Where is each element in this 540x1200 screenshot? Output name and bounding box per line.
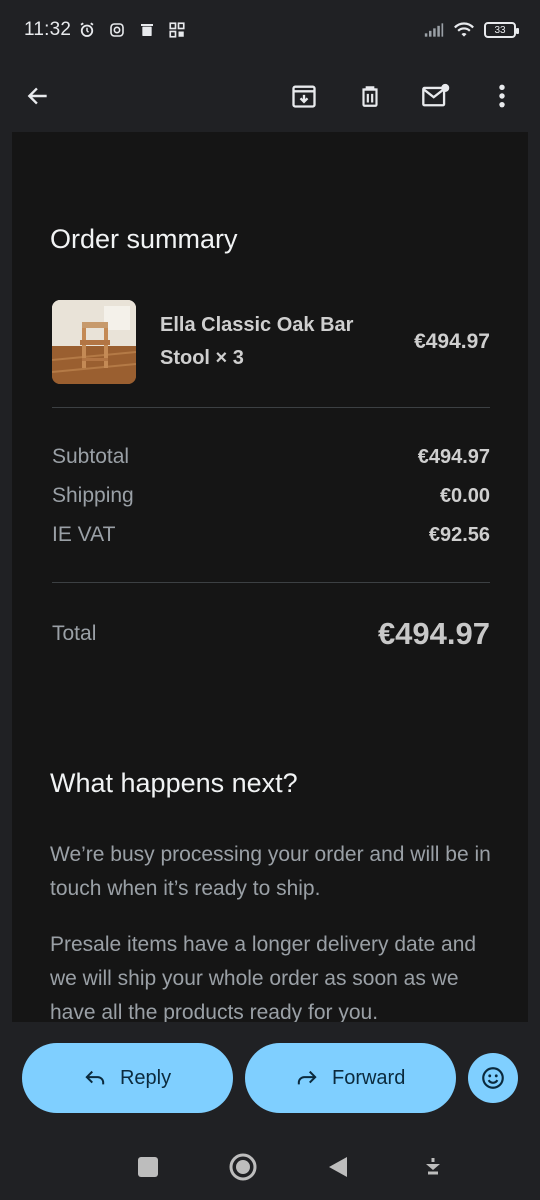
recents-square-icon: [137, 1157, 158, 1177]
next-steps-paragraph-2: Presale items have a longer delivery dat…: [50, 933, 477, 1022]
summary-value: €494.97: [417, 445, 490, 468]
mark-unread-button[interactable]: [416, 76, 456, 116]
instagram-icon: [107, 20, 127, 40]
total-row: Total €494.97: [52, 614, 490, 654]
more-options-button[interactable]: [482, 76, 522, 116]
home-button[interactable]: [223, 1147, 263, 1187]
email-body[interactable]: Order summary Ella Classic Oak Bar Stool…: [12, 132, 528, 1022]
grid-app-icon: [167, 20, 187, 40]
wifi-icon: [454, 20, 474, 40]
reply-icon: [85, 1070, 105, 1085]
forward-icon: [297, 1070, 317, 1085]
order-item: Ella Classic Oak Bar Stool × 3 €494.97: [52, 300, 490, 384]
status-icons-left: [77, 20, 187, 40]
status-time: 11:32: [24, 19, 72, 40]
mark-unread-icon: [422, 83, 450, 107]
system-nav-bar: [0, 1134, 540, 1200]
reply-button[interactable]: Reply: [22, 1043, 234, 1113]
summary-value: €92.56: [428, 523, 490, 546]
order-summary-title: Order summary: [50, 224, 238, 254]
summary-label: Subtotal: [52, 445, 130, 468]
app-bar: [0, 60, 540, 132]
forward-label: Forward: [331, 1066, 406, 1089]
back-button[interactable]: [18, 76, 58, 116]
summary-row-vat: IE VAT €92.56: [52, 520, 490, 550]
chevron-down-icon: [425, 1158, 440, 1175]
next-steps-paragraph-1: We’re busy processing your order and wil…: [50, 843, 491, 900]
total-value: €494.97: [377, 616, 490, 651]
status-icons-right: 33: [424, 20, 519, 40]
summary-value: €0.00: [439, 484, 490, 507]
archive-icon: [292, 85, 316, 108]
recents-button[interactable]: [128, 1147, 168, 1187]
back-arrow-icon: [27, 87, 47, 105]
divider: [52, 582, 490, 583]
smiley-icon: [482, 1067, 504, 1089]
trash-status-icon: [137, 20, 157, 40]
reply-label: Reply: [119, 1066, 172, 1089]
archive-button[interactable]: [284, 76, 324, 116]
summary-row-subtotal: Subtotal €494.97: [52, 442, 490, 472]
next-steps-title: What happens next?: [50, 768, 298, 798]
app-actions: [284, 76, 522, 116]
battery-indicator: 33: [484, 22, 519, 38]
bottom-action-bar: Reply Forward: [0, 1022, 540, 1134]
more-options-icon: [499, 84, 505, 108]
forward-button[interactable]: Forward: [245, 1043, 457, 1113]
home-circle-icon: [229, 1153, 256, 1181]
item-price: €494.97: [414, 330, 490, 353]
divider: [52, 407, 490, 408]
item-name: Ella Classic Oak Bar Stool × 3: [160, 314, 354, 369]
status-bar: 11:32 33: [0, 0, 540, 60]
alarm-icon: [77, 20, 97, 40]
summary-label: IE VAT: [52, 523, 116, 546]
back-triangle-icon: [328, 1157, 347, 1177]
summary-label: Shipping: [52, 484, 134, 507]
signal-icon: [424, 20, 444, 40]
product-thumbnail[interactable]: [52, 300, 136, 384]
total-label: Total: [52, 622, 97, 645]
summary-row-shipping: Shipping €0.00: [52, 481, 490, 511]
back-nav-button[interactable]: [318, 1147, 358, 1187]
emoji-reaction-button[interactable]: [468, 1053, 518, 1103]
delete-icon: [362, 86, 378, 107]
delete-button[interactable]: [350, 76, 390, 116]
hide-nav-button[interactable]: [413, 1147, 453, 1187]
